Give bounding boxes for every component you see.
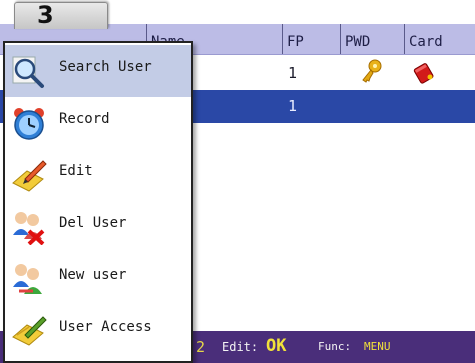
edit-icon [11, 157, 47, 193]
menu-item-label: Edit [59, 163, 93, 179]
user-access-icon [11, 313, 47, 349]
menu-item-label: Search User [59, 59, 152, 75]
menu-item-label: New user [59, 267, 127, 283]
fp-cell: 1 [288, 97, 298, 115]
menu-item-label: Del User [59, 215, 127, 231]
user-count: 2 [196, 338, 206, 356]
delete-user-icon [11, 209, 47, 246]
card-icon [410, 57, 438, 90]
search-user-icon [11, 53, 47, 89]
column-header-pwd[interactable]: PWD [340, 24, 404, 54]
menu-item-del-user[interactable]: Del User [5, 201, 191, 253]
menu-item-user-access[interactable]: User Access [5, 305, 191, 357]
context-menu: Search User Record Edit Del User New use… [3, 41, 193, 363]
edit-key-hint: OK [266, 336, 287, 356]
menu-item-edit[interactable]: Edit [5, 149, 191, 201]
step-number-tab: 3 [14, 1, 108, 29]
func-key-hint: MENU [364, 340, 391, 353]
edit-label: Edit: [222, 340, 259, 354]
column-header-card[interactable]: Card [404, 24, 475, 54]
new-user-icon [11, 261, 47, 297]
menu-item-label: User Access [59, 319, 152, 335]
func-label: Func: [318, 340, 352, 353]
menu-item-new-user[interactable]: New user [5, 253, 191, 305]
column-header-fp[interactable]: FP [282, 24, 340, 54]
key-icon [358, 57, 384, 90]
step-number: 3 [37, 1, 54, 29]
fp-cell: 1 [288, 64, 298, 82]
clock-icon [11, 105, 47, 141]
menu-item-label: Record [59, 111, 110, 127]
menu-item-search-user[interactable]: Search User [5, 45, 191, 97]
menu-item-record[interactable]: Record [5, 97, 191, 149]
